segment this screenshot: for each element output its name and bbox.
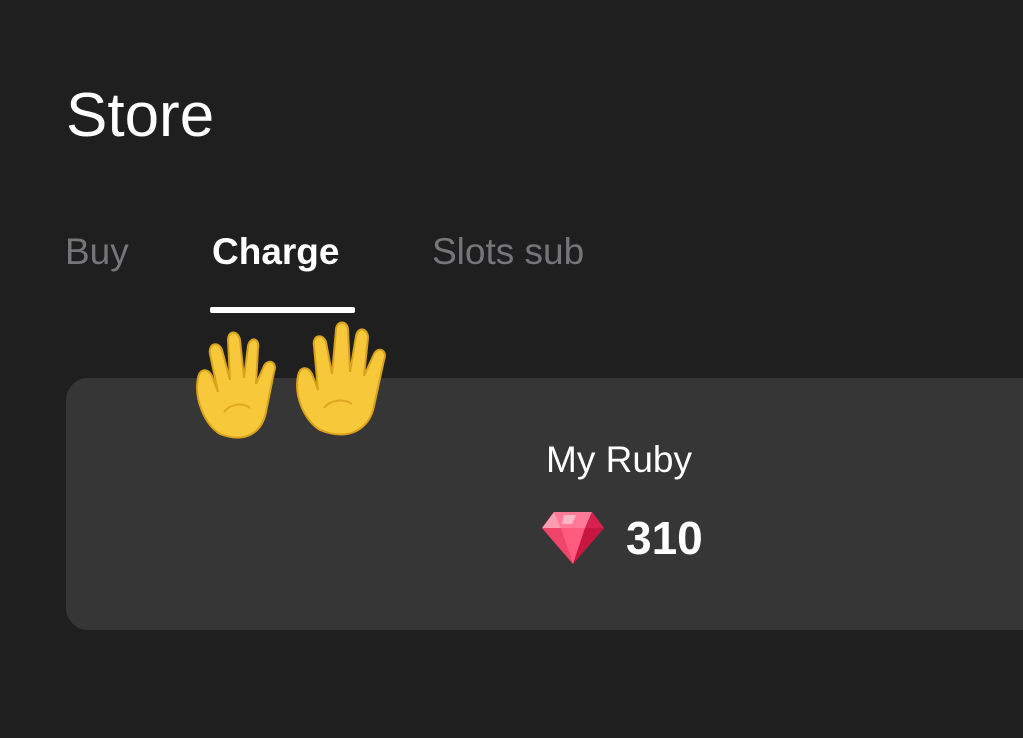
- gem-icon: [542, 512, 604, 564]
- active-tab-indicator: [210, 307, 355, 313]
- ruby-count: 310: [626, 512, 703, 564]
- ruby-balance-label: My Ruby: [546, 439, 692, 480]
- ruby-balance-row: 310: [540, 508, 703, 568]
- raised-hands-icon: [196, 321, 386, 439]
- tab-charge[interactable]: Charge: [212, 230, 339, 274]
- tab-buy[interactable]: Buy: [65, 230, 129, 274]
- store-screen: Store Buy Charge Slots sub My Ruby 310: [0, 0, 1023, 738]
- page-title: Store: [66, 81, 215, 150]
- tab-slots-sub[interactable]: Slots sub: [432, 230, 584, 274]
- tab-bar: Buy Charge Slots sub: [0, 224, 1023, 324]
